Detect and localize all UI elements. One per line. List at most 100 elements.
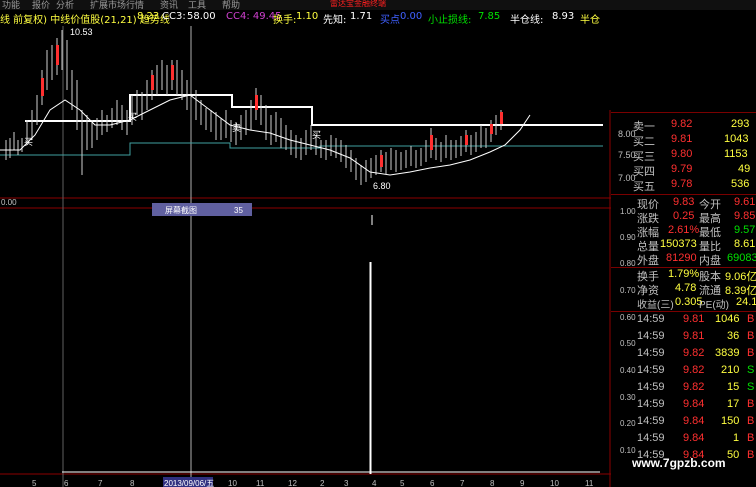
tick-time: 14:59 xyxy=(637,415,665,427)
tick-side: S xyxy=(747,364,755,376)
stat-value: 4.78 xyxy=(675,282,697,294)
buy-signal-2: 买 xyxy=(128,112,137,123)
x-tick-11: 4 xyxy=(372,479,377,487)
tick-price: 9.84 xyxy=(683,432,705,444)
tick-volume: 1046 xyxy=(715,313,740,325)
stat-value: 0.25 xyxy=(673,210,695,222)
x-tick-7: 11 xyxy=(256,479,265,487)
tick-time: 14:59 xyxy=(637,313,665,325)
x-tick-3: 7 xyxy=(98,479,103,487)
x-tick-4: 8 xyxy=(130,479,135,487)
tick-volume: 3839 xyxy=(715,347,740,359)
stat-value: 2.61% xyxy=(668,224,700,236)
order-price: 9.78 xyxy=(671,178,693,190)
x-tick-18: 11 xyxy=(585,479,594,487)
stat-row: 涨幅 2.61% 最低 9.57 xyxy=(611,224,756,239)
tick-price: 9.82 xyxy=(683,347,705,359)
stat-value: 81290 xyxy=(666,252,697,264)
tick-time: 14:59 xyxy=(637,381,665,393)
order-volume: 1043 xyxy=(724,133,749,145)
stat-value: 8.61 xyxy=(734,238,756,250)
x-tick-6: 10 xyxy=(228,479,237,487)
order-book-row[interactable]: 买三 9.80 1153 xyxy=(611,148,756,163)
x-axis: 5 6 7 8 2013/09/06/五 10 11 12 2 3 4 5 6 … xyxy=(32,477,594,487)
stat-row: 净资 4.78 流通 8.39亿 xyxy=(611,282,756,297)
tick-price: 9.82 xyxy=(683,381,705,393)
order-price: 9.81 xyxy=(671,133,693,145)
tick-side: B xyxy=(747,432,755,444)
tick-price: 9.81 xyxy=(683,330,705,342)
sell-signal-1: 卖 xyxy=(232,123,241,134)
tick-price: 9.82 xyxy=(683,364,705,376)
tick-volume: 50 xyxy=(727,449,740,461)
stat-row: 总量 150373 量比 8.61 xyxy=(611,238,756,253)
order-book-row[interactable]: 买五 9.78 536 xyxy=(611,178,756,193)
stat-row: 涨跌 0.25 最高 9.85 xyxy=(611,210,756,225)
tick-side: B xyxy=(747,415,755,427)
tick-side: B xyxy=(747,313,755,325)
screenshot-button[interactable]: 屏幕截图 xyxy=(165,205,197,215)
tick-time: 14:59 xyxy=(637,432,665,444)
separator xyxy=(611,112,756,113)
x-tick-8: 12 xyxy=(288,479,297,487)
tick-time: 14:59 xyxy=(637,398,665,410)
tick-price: 9.84 xyxy=(683,415,705,427)
tick-row: 14:59 9.82 15 S xyxy=(611,381,756,395)
tick-row: 14:59 9.84 1 B xyxy=(611,432,756,446)
tick-row: 14:59 9.81 1046 B xyxy=(611,313,756,327)
stat-value: 9.61 xyxy=(734,196,756,208)
tick-volume: 1 xyxy=(733,432,740,444)
order-book-row[interactable]: 买四 9.79 49 xyxy=(611,163,756,178)
order-label: 卖一 xyxy=(633,121,655,133)
order-label: 买三 xyxy=(633,151,655,163)
stat-value: 9.85 xyxy=(734,210,756,222)
order-book-row[interactable]: 买二 9.81 1043 xyxy=(611,133,756,148)
tick-volume: 210 xyxy=(721,364,740,376)
stat-label: PE(动) xyxy=(699,300,729,311)
tick-row: 14:59 9.84 17 B xyxy=(611,398,756,412)
tick-row: 14:59 9.82 210 S xyxy=(611,364,756,378)
screenshot-value: 35 xyxy=(234,206,243,215)
order-volume: 536 xyxy=(731,178,750,190)
x-tick-9: 2 xyxy=(320,479,325,487)
tick-row: 14:59 9.82 3839 B xyxy=(611,347,756,361)
tick-time: 14:59 xyxy=(637,364,665,376)
stat-row: 收益(三) 0.305 PE(动) 24.1 xyxy=(611,296,756,311)
stat-value: 24.1 xyxy=(736,296,756,308)
tick-side: B xyxy=(747,330,755,342)
tick-volume: 36 xyxy=(727,330,740,342)
order-book-row[interactable]: 卖一 9.82 293 xyxy=(611,118,756,133)
x-tick-17: 10 xyxy=(550,479,559,487)
tick-price: 9.84 xyxy=(683,398,705,410)
order-volume: 293 xyxy=(731,118,750,130)
buy-signal-3: 买 xyxy=(312,130,321,141)
tick-side: B xyxy=(747,347,755,359)
stat-value: 69083 xyxy=(727,252,756,264)
x-tick-13: 6 xyxy=(430,479,435,487)
site-watermark: www.7gpzb.com xyxy=(632,456,726,470)
buy-signal-1: 买 xyxy=(24,137,33,148)
tick-side: B xyxy=(747,398,755,410)
tick-row: 14:59 9.84 150 B xyxy=(611,415,756,429)
high-price-label: 10.53 xyxy=(70,27,93,37)
stat-row: 现价 9.83 今开 9.61 xyxy=(611,196,756,211)
stat-label: 内盘 xyxy=(699,255,721,267)
order-label: 买五 xyxy=(633,181,655,193)
tick-volume: 150 xyxy=(721,415,740,427)
tick-price: 9.81 xyxy=(683,313,705,325)
order-price: 9.80 xyxy=(671,148,693,160)
tick-row: 14:59 9.81 36 B xyxy=(611,330,756,344)
low-price-label: 6.80 xyxy=(373,181,391,191)
quote-panel: 卖一 9.82 293 买二 9.81 1043 买三 9.80 1153 买四… xyxy=(611,110,756,487)
stat-label: 收益(三) xyxy=(637,300,674,311)
lower-panel-value: 0.00 xyxy=(1,198,17,207)
separator xyxy=(611,311,756,312)
tick-side: B xyxy=(747,449,755,461)
order-label: 买二 xyxy=(633,136,655,148)
cursor-date: 2013/09/06/五 xyxy=(164,479,214,487)
x-tick-14: 7 xyxy=(460,479,465,487)
x-tick-1: 5 xyxy=(32,479,37,487)
x-tick-15: 8 xyxy=(490,479,495,487)
stat-value: 1.79% xyxy=(668,268,700,280)
tick-side: S xyxy=(747,381,755,393)
